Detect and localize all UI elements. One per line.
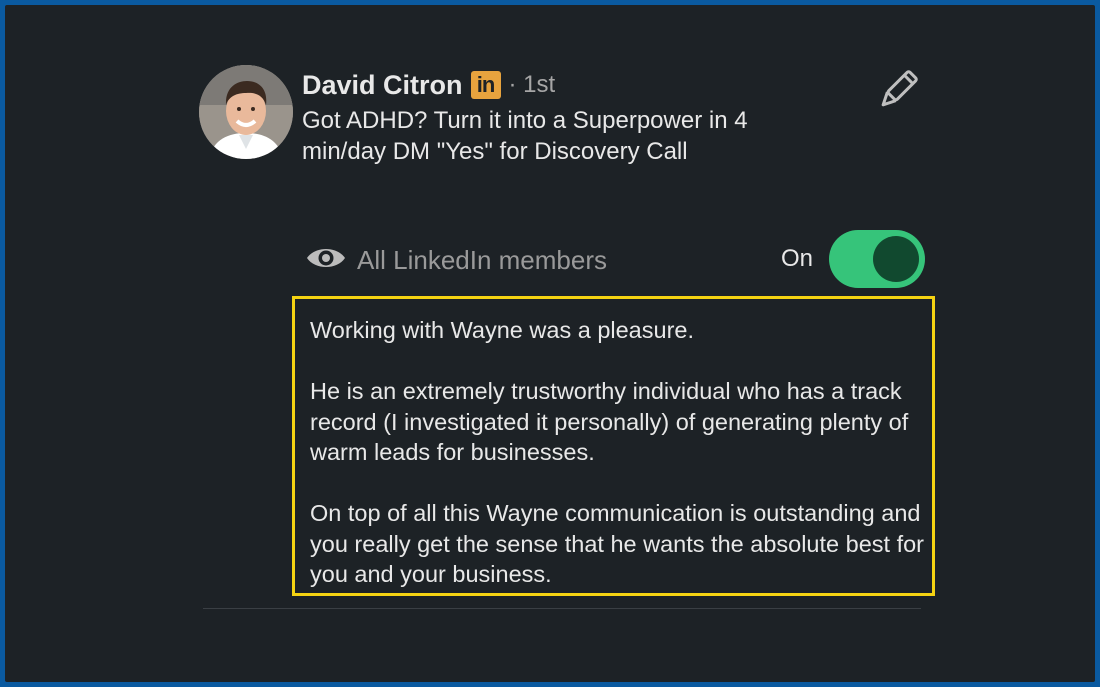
- eye-icon: [305, 244, 347, 277]
- divider: [203, 608, 921, 609]
- edit-pencil-icon[interactable]: [875, 67, 921, 113]
- toggle-state-label: On: [781, 245, 814, 272]
- recommendation-paragraph: He is an extremely trustworthy individua…: [310, 378, 909, 465]
- avatar-photo: [199, 65, 293, 159]
- visibility-toggle[interactable]: [829, 230, 925, 288]
- connection-degree: · 1st: [508, 71, 556, 98]
- recommendation-text-box: Working with Wayne was a pleasure. He is…: [292, 296, 935, 596]
- profile-name-row: David Citron in · 1st: [302, 67, 555, 103]
- profile-headline: Got ADHD? Turn it into a Superpower in 4…: [302, 107, 748, 165]
- linkedin-badge-icon: in: [470, 71, 501, 99]
- recommendation-paragraph: Working with Wayne was a pleasure.: [310, 317, 694, 343]
- recommendation-text[interactable]: Working with Wayne was a pleasure. He is…: [310, 315, 925, 590]
- recommendation-paragraph: On top of all this Wayne communication i…: [310, 500, 924, 587]
- recommendation-panel: David Citron in · 1st Got ADHD? Turn it …: [5, 5, 1095, 682]
- profile-name[interactable]: David Citron: [302, 70, 463, 101]
- avatar[interactable]: [199, 65, 293, 159]
- visibility-label: All LinkedIn members: [357, 244, 607, 275]
- visibility-setting[interactable]: All LinkedIn members: [305, 241, 607, 279]
- toggle-knob: [873, 236, 919, 282]
